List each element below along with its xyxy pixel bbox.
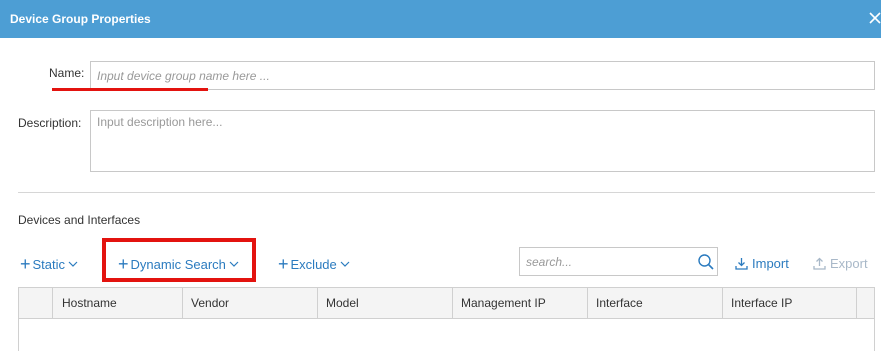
plus-icon: +: [278, 254, 289, 274]
section-divider: [18, 192, 875, 193]
close-icon[interactable]: [868, 10, 881, 26]
devices-table: Hostname Vendor Model Management IP Inte…: [18, 287, 875, 351]
select-column-header[interactable]: [19, 288, 53, 318]
chevron-down-icon: [68, 261, 78, 267]
search-icon[interactable]: [697, 253, 715, 271]
export-button[interactable]: Export: [813, 256, 868, 271]
device-search-input[interactable]: [520, 248, 690, 275]
column-header-management-ip[interactable]: Management IP: [453, 288, 588, 318]
export-button-label: Export: [830, 256, 868, 271]
exclude-button-label: Exclude: [290, 256, 337, 272]
dynamic-search-highlight-box: [102, 238, 256, 282]
import-button-label: Import: [752, 256, 789, 271]
table-header: Hostname Vendor Model Management IP Inte…: [19, 288, 874, 319]
scroll-column-header: [857, 288, 874, 318]
exclude-button[interactable]: + Exclude: [278, 254, 350, 274]
dialog-titlebar: Device Group Properties: [0, 0, 881, 38]
name-label: Name:: [49, 66, 85, 80]
devices-section-title: Devices and Interfaces: [18, 213, 141, 227]
import-button[interactable]: Import: [735, 256, 789, 271]
static-button-label: Static: [32, 256, 66, 272]
dialog-title: Device Group Properties: [10, 12, 151, 26]
column-header-interface[interactable]: Interface: [588, 288, 723, 318]
device-search-box: [519, 247, 718, 276]
upload-icon: [813, 257, 826, 270]
description-input[interactable]: [90, 110, 875, 172]
name-input[interactable]: [90, 61, 875, 90]
name-highlight-underline: [52, 88, 208, 91]
static-button[interactable]: + Static: [20, 254, 78, 274]
column-header-vendor[interactable]: Vendor: [183, 288, 318, 318]
column-header-model[interactable]: Model: [318, 288, 453, 318]
column-header-interface-ip[interactable]: Interface IP: [723, 288, 857, 318]
description-label: Description:: [18, 116, 82, 130]
plus-icon: +: [20, 254, 31, 274]
chevron-down-icon: [340, 261, 350, 267]
column-header-hostname[interactable]: Hostname: [53, 288, 183, 318]
download-icon: [735, 258, 748, 270]
